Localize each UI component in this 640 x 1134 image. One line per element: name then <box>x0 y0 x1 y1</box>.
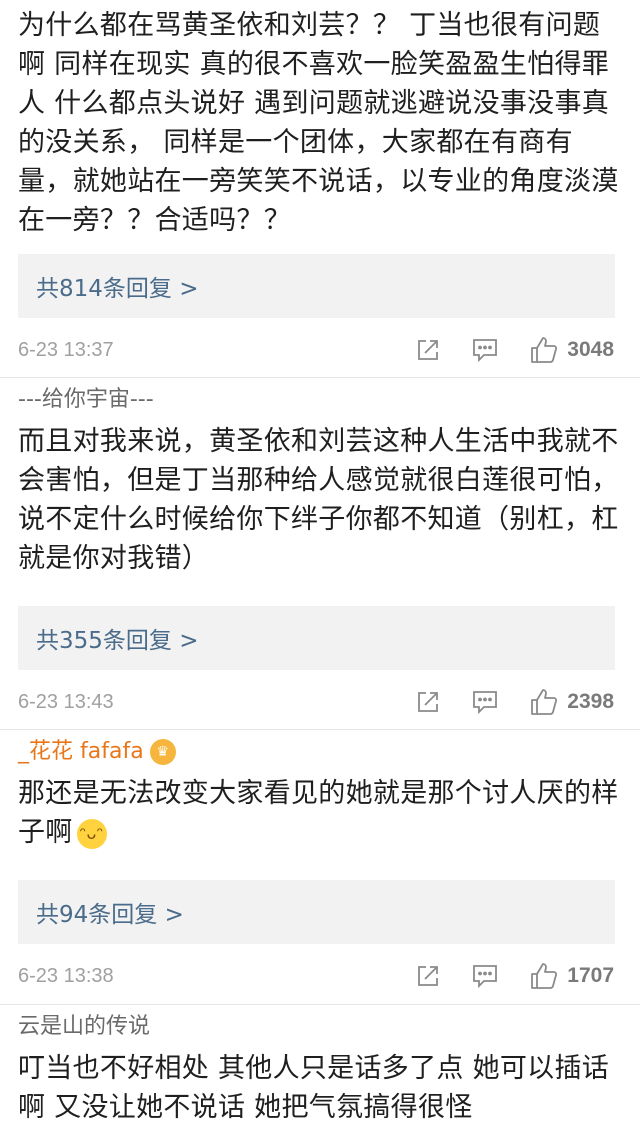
comment-timestamp: 6-23 13:38 <box>18 964 114 987</box>
username-text: ---给你宇宙--- <box>18 387 154 412</box>
comment-timestamp: 6-23 13:37 <box>18 338 114 361</box>
comment-text: 为什么都在骂黄圣依和刘芸？？ 丁当也很有问题啊 同样在现实 真的很不喜欢一脸笑盈… <box>18 10 619 236</box>
thumbs-up-icon <box>531 689 558 715</box>
comment-text: 那还是无法改变大家看见的她就是那个讨人厌的样子啊 ᵔᴗᵔ <box>18 774 622 852</box>
share-icon <box>418 692 439 712</box>
comment-text: 而且对我来说，黄圣依和刘芸这种人生活中我就不会害怕，但是丁当那种给人感觉就很白莲… <box>18 426 619 574</box>
like-button[interactable]: 3048 <box>529 335 614 365</box>
share-icon <box>418 340 439 360</box>
comment-button[interactable] <box>471 337 499 363</box>
comment-icon <box>473 691 498 715</box>
username-text: _花花 fafafa <box>18 739 144 764</box>
username[interactable]: 云是山的传说 <box>18 1005 622 1049</box>
comment-item: 云是山的传说 叮当也不好相处 其他人只是话多了点 她可以插话啊 又没让她不说话 … <box>0 1005 640 1134</box>
crown-badge-icon: ♛ <box>149 739 176 765</box>
comment-item: _花花 fafafa ♛ 那还是无法改变大家看见的她就是那个讨人厌的样子啊 ᵔᴗᵔ… <box>0 730 640 1005</box>
comment-icon <box>473 965 498 989</box>
comment-icon <box>473 339 498 363</box>
view-replies-button[interactable]: 共94条回复 > <box>18 880 615 944</box>
share-button[interactable] <box>415 337 441 363</box>
comment-text: 叮当也不好相处 其他人只是话多了点 她可以插话啊 又没让她不说话 她把气氛搞得很… <box>18 1053 610 1123</box>
comment-meta: 6-23 13:38 1707 <box>18 956 614 996</box>
comment-button[interactable] <box>471 963 499 989</box>
like-count: 3048 <box>567 338 614 361</box>
comment-timestamp: 6-23 13:43 <box>18 690 114 713</box>
grinning-emoji-icon: ᵔᴗᵔ <box>76 818 107 849</box>
comment-meta: 6-23 13:43 2398 <box>18 682 614 722</box>
share-icon <box>418 966 439 986</box>
thumbs-up-icon <box>531 337 558 363</box>
share-button[interactable] <box>415 963 441 989</box>
like-button[interactable]: 2398 <box>529 687 614 717</box>
comment-text-content: 那还是无法改变大家看见的她就是那个讨人厌的样子啊 <box>18 778 619 848</box>
comment-button[interactable] <box>471 689 499 715</box>
view-replies-button[interactable]: 共355条回复 > <box>18 606 615 670</box>
username[interactable]: _花花 fafafa ♛ <box>18 730 622 774</box>
comment-meta: 6-23 13:37 3048 <box>18 330 614 370</box>
username-text: 云是山的传说 <box>18 1014 151 1039</box>
comment-item: ---给你宇宙--- 而且对我来说，黄圣依和刘芸这种人生活中我就不会害怕，但是丁… <box>0 378 640 730</box>
like-button[interactable]: 1707 <box>529 961 614 991</box>
like-count: 1707 <box>567 964 614 987</box>
comment-item: 为什么都在骂黄圣依和刘芸？？ 丁当也很有问题啊 同样在现实 真的很不喜欢一脸笑盈… <box>0 0 640 378</box>
share-button[interactable] <box>415 689 441 715</box>
thumbs-up-icon <box>531 963 558 989</box>
view-replies-button[interactable]: 共814条回复 > <box>18 254 615 318</box>
like-count: 2398 <box>567 690 614 713</box>
username[interactable]: ---给你宇宙--- <box>18 378 622 422</box>
